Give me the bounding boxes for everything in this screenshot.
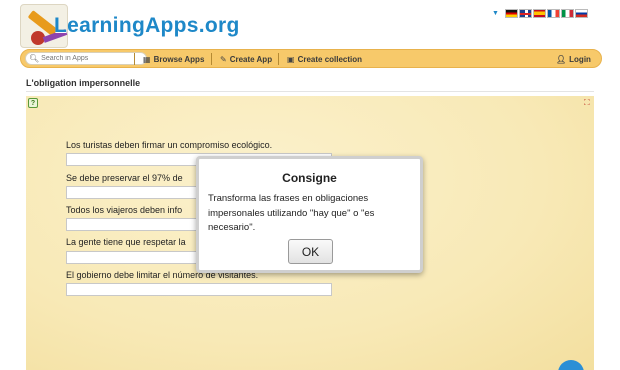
search-box[interactable]: 🔍︎ — [25, 52, 147, 65]
flag-fr-icon[interactable] — [546, 8, 560, 18]
create-collection-label: Create collection — [297, 55, 363, 64]
browse-apps-link[interactable]: ▦ Browse Apps — [143, 53, 204, 66]
learningapps-logo[interactable]: LearningApps.org — [18, 2, 240, 52]
create-app-link[interactable]: ✎ Create App — [220, 53, 272, 66]
collection-icon: ▣ — [287, 55, 295, 64]
browse-apps-label: Browse Apps — [153, 55, 205, 64]
nav-divider — [278, 53, 279, 65]
login-link[interactable]: 👤︎ Login — [556, 53, 591, 66]
flag-de-icon[interactable] — [504, 8, 518, 18]
create-collection-link[interactable]: ▣ Create collection — [287, 53, 362, 66]
user-icon: 👤︎ — [556, 55, 567, 64]
pencil-icon: ✎ — [220, 55, 227, 64]
action-button[interactable] — [558, 360, 584, 370]
nav-divider — [211, 53, 212, 65]
question-label: Todos los viajeros deben info — [66, 205, 183, 215]
main-nav-bar: 🔍︎ ▦ Browse Apps ✎ Create App ▣ Create c… — [20, 49, 602, 68]
question-label: Los turistas deben firmar un compromiso … — [66, 140, 273, 150]
fullscreen-icon[interactable]: ⛶ — [584, 98, 590, 108]
help-icon[interactable]: ? — [28, 98, 38, 108]
ok-button[interactable]: OK — [288, 239, 333, 264]
nav-divider — [134, 53, 135, 65]
instruction-dialog: Consigne Transforma las frases en obliga… — [196, 156, 423, 273]
page-title: L'obligation impersonnelle — [26, 78, 141, 88]
dialog-text: Transforma las frases en obligaciones im… — [208, 193, 375, 233]
dialog-title: Consigne — [282, 171, 337, 185]
login-label: Login — [569, 55, 591, 64]
flag-it-icon[interactable] — [560, 8, 574, 18]
grid-icon: ▦ — [143, 55, 151, 64]
flag-es-icon[interactable] — [532, 8, 546, 18]
page: LearningApps.org ▼ 🔍︎ ▦ Browse Apps ✎ Cr… — [0, 0, 620, 370]
flag-ru-icon[interactable] — [574, 8, 588, 18]
question-label: La gente tiene que respetar la — [66, 237, 186, 247]
language-selector[interactable]: ▼ — [492, 7, 588, 19]
search-input[interactable] — [41, 55, 142, 62]
search-icon: 🔍︎ — [29, 54, 40, 63]
logo-text: LearningApps.org — [54, 14, 240, 37]
create-app-label: Create App — [229, 55, 273, 64]
flag-gb-icon[interactable] — [518, 8, 532, 18]
title-divider — [26, 91, 594, 92]
chevron-down-icon[interactable]: ▼ — [492, 10, 499, 17]
answer-input[interactable] — [66, 283, 332, 296]
question-label: Se debe preservar el 97% de — [66, 173, 183, 183]
